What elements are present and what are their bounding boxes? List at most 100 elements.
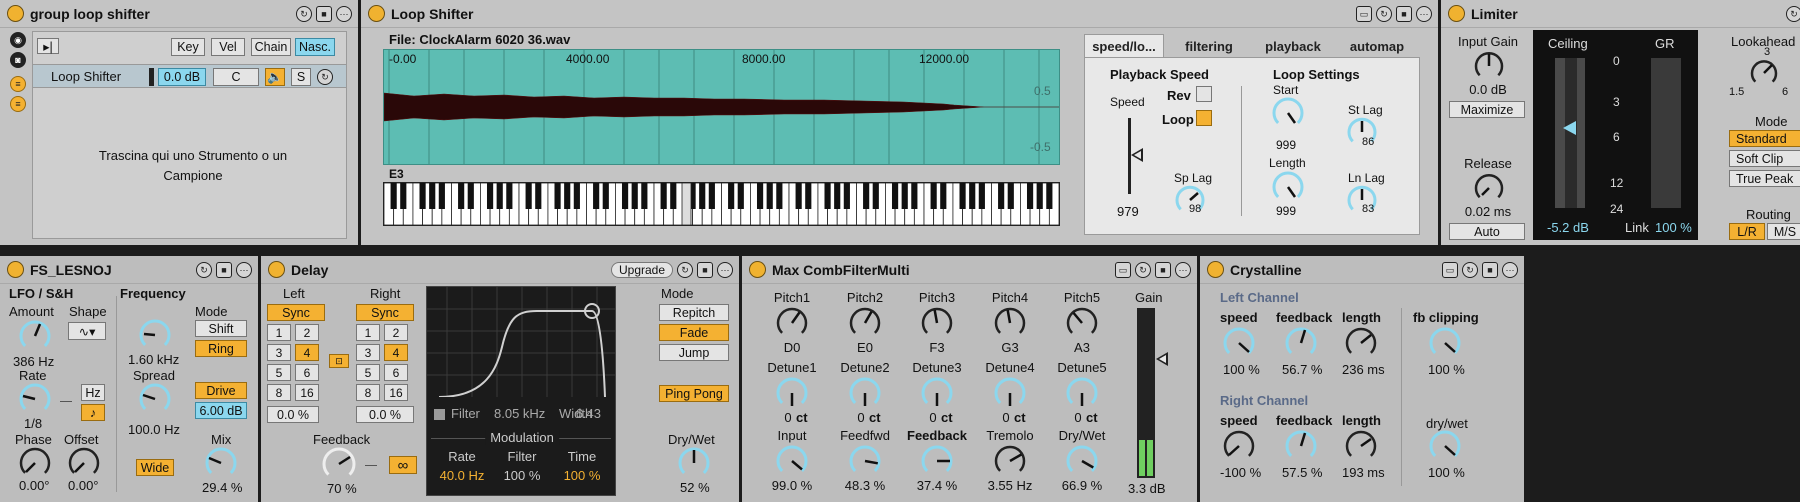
loop-toggle[interactable]	[1196, 110, 1212, 126]
comb-pitch-knob-1[interactable]	[775, 306, 809, 340]
chain-row[interactable]: Loop Shifter 0.0 dB C 🔈 S ↻	[33, 64, 346, 88]
comb-detune-knob-3[interactable]	[920, 376, 954, 410]
chain-solo-button[interactable]: S	[291, 68, 311, 86]
right-div-2[interactable]: 2	[384, 324, 408, 341]
tab-automap[interactable]: automap	[1336, 34, 1418, 58]
filter-display[interactable]: Filter 8.05 kHz Width 6.43 Modulation Ra…	[426, 286, 616, 496]
ceiling-value[interactable]: -5.2 dB	[1547, 220, 1589, 235]
left-sync-button[interactable]: Sync	[267, 304, 325, 321]
left-offset[interactable]: 0.0 %	[267, 406, 319, 423]
black-key[interactable]	[525, 183, 532, 209]
hot-swap-icon[interactable]: ↻	[1462, 262, 1478, 278]
mode-ring[interactable]: Ring	[195, 340, 247, 357]
link-value[interactable]: 100 %	[1655, 220, 1692, 235]
black-key[interactable]	[940, 183, 947, 209]
comb-bottom-knob-5[interactable]	[1065, 444, 1099, 478]
window-icon[interactable]: ▭	[1442, 262, 1458, 278]
chain-speaker-toggle[interactable]: 🔈	[265, 68, 285, 86]
mode-standard[interactable]: Standard	[1729, 130, 1800, 147]
black-key[interactable]	[573, 183, 580, 209]
power-button[interactable]	[368, 5, 385, 22]
input-gain-knob[interactable]	[1473, 50, 1505, 82]
tab-speed-loop[interactable]: speed/lo...	[1084, 34, 1164, 58]
left-div-5[interactable]: 5	[267, 364, 291, 381]
start-knob[interactable]	[1271, 96, 1305, 130]
left-speed-knob[interactable]	[1222, 326, 1256, 360]
mod-rate-value[interactable]: 40.0 Hz	[440, 468, 485, 483]
left-div-2[interactable]: 2	[295, 324, 319, 341]
tab-chain[interactable]: Chain	[251, 38, 291, 56]
fb-clipping-knob[interactable]	[1428, 326, 1462, 360]
black-key[interactable]	[1026, 183, 1034, 209]
drywet-knob[interactable]	[1428, 429, 1462, 463]
mode-shift[interactable]: Shift	[195, 320, 247, 337]
black-key[interactable]	[593, 183, 600, 209]
black-key[interactable]	[429, 183, 436, 209]
left-feedback-knob[interactable]	[1284, 326, 1318, 360]
chain-list-icon[interactable]: ≡	[10, 76, 26, 92]
mix-knob[interactable]	[204, 446, 238, 480]
black-key[interactable]	[930, 183, 937, 209]
power-button[interactable]	[1207, 261, 1224, 278]
more-options-icon[interactable]: ⋯	[1416, 6, 1432, 22]
black-key[interactable]	[458, 183, 465, 209]
black-key[interactable]	[1007, 183, 1014, 209]
black-key[interactable]	[1036, 183, 1043, 209]
mod-filter-value[interactable]: 100 %	[504, 468, 541, 483]
black-key[interactable]	[959, 183, 966, 209]
save-preset-icon[interactable]: ■	[1396, 6, 1412, 22]
right-length-knob[interactable]	[1344, 429, 1378, 463]
hot-swap-icon[interactable]: ↻	[1376, 6, 1392, 22]
amount-knob[interactable]	[18, 319, 52, 353]
upgrade-button[interactable]: Upgrade	[611, 262, 673, 278]
tab-key[interactable]: Key	[171, 38, 205, 56]
more-options-icon[interactable]: ⋯	[1175, 262, 1191, 278]
right-offset[interactable]: 0.0 %	[356, 406, 414, 423]
comb-pitch-knob-5[interactable]	[1065, 306, 1099, 340]
black-key[interactable]	[901, 183, 908, 209]
save-preset-icon[interactable]: ■	[697, 262, 713, 278]
chain-settings-icon[interactable]: ≡	[10, 96, 26, 112]
release-knob[interactable]	[1473, 172, 1505, 204]
lookahead-knob[interactable]	[1749, 58, 1779, 88]
black-key[interactable]	[708, 183, 715, 209]
comb-detune-knob-2[interactable]	[848, 376, 882, 410]
comb-pitch-knob-2[interactable]	[848, 306, 882, 340]
more-options-icon[interactable]: ⋯	[336, 6, 352, 22]
mode-soft-clip[interactable]: Soft Clip	[1729, 150, 1800, 167]
filter-toggle[interactable]	[434, 409, 445, 420]
length-knob[interactable]	[1271, 170, 1305, 204]
more-options-icon[interactable]: ⋯	[1502, 262, 1518, 278]
frequency-knob[interactable]	[138, 318, 172, 352]
right-speed-knob[interactable]	[1222, 429, 1256, 463]
comb-bottom-knob-3[interactable]	[920, 444, 954, 478]
black-key[interactable]	[737, 183, 744, 209]
offset-knob[interactable]	[67, 446, 101, 480]
black-key[interactable]	[863, 183, 870, 209]
ceiling-pointer[interactable]	[1563, 121, 1576, 135]
power-button[interactable]	[7, 261, 24, 278]
black-key[interactable]	[400, 183, 407, 209]
black-key[interactable]	[535, 183, 542, 209]
mode-repitch[interactable]: Repitch	[659, 304, 729, 321]
comb-detune-knob-4[interactable]	[993, 376, 1027, 410]
drive-button[interactable]: Drive	[195, 382, 247, 399]
chain-volume[interactable]: 0.0 dB	[158, 68, 206, 86]
macro-icon[interactable]: ◉	[10, 32, 26, 48]
right-div-4[interactable]: 4	[384, 344, 408, 361]
black-key[interactable]	[891, 183, 899, 209]
left-div-6[interactable]: 6	[295, 364, 319, 381]
black-key[interactable]	[419, 183, 426, 209]
link-channels-button[interactable]: ⊡	[329, 354, 349, 368]
power-button[interactable]	[268, 261, 285, 278]
hot-swap-icon[interactable]: ↻	[1786, 6, 1800, 22]
comb-bottom-knob-2[interactable]	[848, 444, 882, 478]
black-key[interactable]	[795, 183, 802, 209]
drive-value[interactable]: 6.00 dB	[195, 402, 247, 419]
hot-swap-icon[interactable]: ↻	[296, 6, 312, 22]
wide-button[interactable]: Wide	[136, 459, 174, 476]
black-key[interactable]	[756, 183, 764, 209]
power-button[interactable]	[7, 5, 24, 22]
phase-knob[interactable]	[18, 446, 52, 480]
black-key[interactable]	[506, 183, 513, 209]
